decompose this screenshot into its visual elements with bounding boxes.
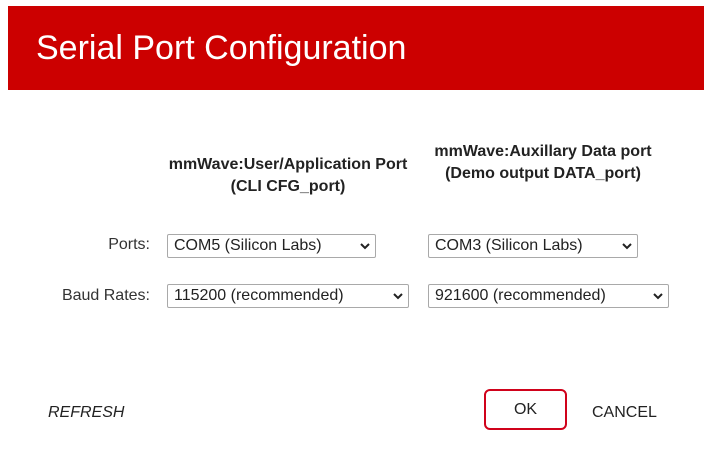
- chevron-down-icon: [360, 243, 370, 250]
- user-port-value: COM5 (Silicon Labs): [174, 237, 322, 254]
- dialog-title: Serial Port Configuration: [36, 29, 407, 67]
- ports-label: Ports:: [108, 236, 150, 253]
- data-port-column-heading: mmWave:Auxillary Data port (Demo output …: [434, 143, 652, 182]
- data-port-select[interactable]: COM3 (Silicon Labs): [428, 234, 638, 258]
- data-baud-value: 921600 (recommended): [435, 287, 606, 304]
- dialog-header: Serial Port Configuration: [8, 6, 704, 90]
- data-baud-select[interactable]: 921600 (recommended): [428, 284, 669, 308]
- ok-button[interactable]: OK: [484, 389, 567, 430]
- chevron-down-icon: [653, 293, 663, 300]
- chevron-down-icon: [393, 293, 403, 300]
- ok-button-label: OK: [513, 400, 538, 418]
- refresh-button[interactable]: REFRESH: [48, 402, 124, 424]
- chevron-down-icon: [622, 243, 632, 250]
- user-baud-value: 115200 (recommended): [174, 287, 344, 304]
- serial-port-config-dialog: Serial Port Configuration mmWave:User/Ap…: [0, 0, 706, 451]
- user-port-select[interactable]: COM5 (Silicon Labs): [167, 234, 376, 258]
- cancel-button[interactable]: CANCEL: [592, 402, 657, 424]
- baud-rates-label: Baud Rates:: [61, 287, 150, 304]
- user-baud-select[interactable]: 115200 (recommended): [167, 284, 409, 308]
- user-port-column-heading: mmWave:User/Application Port (CLI CFG_po…: [168, 156, 408, 195]
- data-port-value: COM3 (Silicon Labs): [435, 237, 583, 254]
